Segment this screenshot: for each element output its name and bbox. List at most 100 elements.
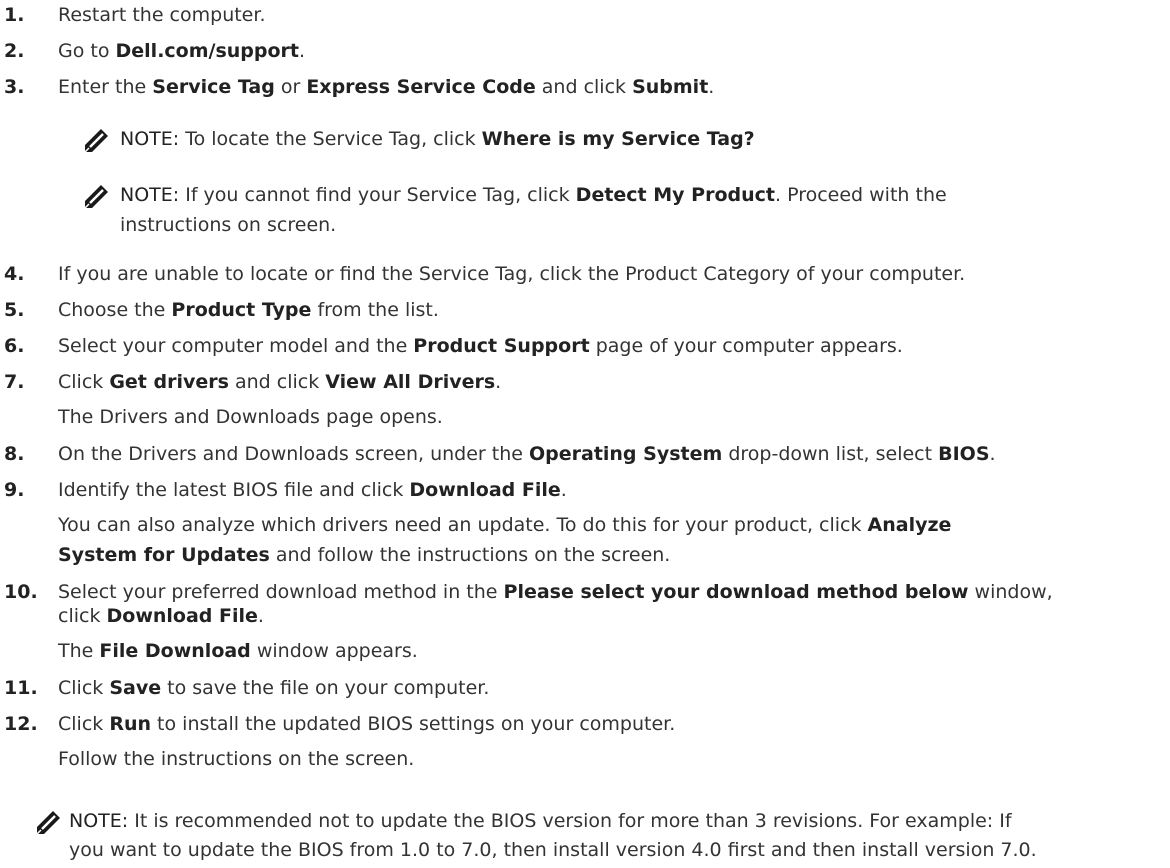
step-text: Click Get drivers and click View All Dri… [58,370,501,394]
step-text: Enter the Service Tag or Express Service… [58,75,714,99]
step-text: Restart the computer. [58,3,265,27]
pencil-note-icon [84,185,108,209]
emphasis-text: Where is my Service Tag? [481,128,755,150]
text-segment: to save the file on your computer. [161,677,490,699]
step-text: Click Run to install the updated BIOS se… [58,712,675,736]
text-segment: Choose the [58,299,172,321]
text-segment: To locate the Service Tag, click [179,128,482,150]
step-text: Identify the latest BIOS file and click … [58,478,567,502]
step-number: 11. [4,677,38,699]
text-segment: It is recommended not to update the BIOS… [128,810,1012,832]
text-segment: instructions on screen. [120,214,337,236]
emphasis-text: Download File [106,605,258,627]
text-segment: or [274,76,307,98]
emphasis-text: System for Updates [58,544,270,566]
emphasis-text: Please select your download method below [503,581,969,603]
text-segment: Select your preferred download method in… [58,581,504,603]
note-text-line-1: NOTE: If you cannot find your Service Ta… [120,181,947,210]
emphasis-text: Operating System [528,443,723,465]
text-segment: Click [58,371,110,393]
text-segment: . [989,443,996,465]
emphasis-text: File Download [99,640,251,662]
text-segment: You can also analyze which drivers need … [58,514,868,536]
step-9-detail-line-1: You can also analyze which drivers need … [58,513,951,537]
step-number: 5. [4,299,25,321]
text-segment: Follow the instructions on the screen. [58,748,415,770]
pencil-note-icon [84,129,108,153]
step-text: Go to Dell.com/support. [58,39,305,63]
text-segment: If you are unable to locate or find the … [58,263,966,285]
text-segment: . Proceed with the [775,184,947,206]
step-number: 4. [4,263,25,285]
text-segment: you want to update the BIOS from 1.0 to … [69,839,1037,861]
step-text: If you are unable to locate or find the … [58,262,965,286]
emphasis-text: BIOS [938,443,990,465]
text-segment: window appears. [250,640,418,662]
text-segment: . [708,76,715,98]
emphasis-text: Product Type [171,299,312,321]
emphasis-text: Save [109,677,162,699]
emphasis-text: Service Tag [152,76,275,98]
emphasis-text: Analyze [867,514,952,536]
text-segment: The Drivers and Downloads page opens. [58,406,443,428]
step-number: 9. [4,479,25,501]
text-segment: If you cannot find your Service Tag, cli… [179,184,576,206]
text-segment: page of your computer appears. [589,335,903,357]
text-segment: . [257,605,264,627]
step-12-result: Follow the instructions on the screen. [58,747,414,771]
emphasis-text: Express Service Code [306,76,536,98]
text-segment: The [58,640,100,662]
text-segment: and click [535,76,633,98]
text-segment: Enter the [58,76,153,98]
note-label: NOTE: [120,128,180,150]
text-segment: Go to [58,40,116,62]
step-text: Click Save to save the file on your comp… [58,676,489,700]
emphasis-text: View All Drivers [325,371,496,393]
text-segment: Restart the computer. [58,4,266,26]
text-segment: to install the updated BIOS settings on … [151,713,676,735]
note-text-line-2: instructions on screen. [120,211,336,240]
emphasis-text: Download File [409,479,561,501]
document-page: 1. Restart the computer. 2. Go to Dell.c… [0,0,1170,868]
text-segment: . [560,479,567,501]
step-number: 3. [4,76,25,98]
note-text-line-2: you want to update the BIOS from 1.0 to … [69,836,1037,865]
text-segment: Click [58,713,110,735]
step-text: Select your computer model and the Produ… [58,334,903,358]
emphasis-text: Get drivers [109,371,229,393]
step-number: 1. [4,4,25,26]
step-number: 2. [4,40,25,62]
text-segment: from the list. [311,299,439,321]
text-segment: click [58,605,107,627]
text-segment: Select your computer model and the [58,335,414,357]
emphasis-text: Detect My Product [575,184,775,206]
text-segment: On the Drivers and Downloads screen, und… [58,443,529,465]
emphasis-text: Run [109,713,152,735]
step-number: 12. [4,713,38,735]
step-number: 10. [4,581,38,603]
text-segment: drop-down list, select [722,443,939,465]
emphasis-text: Dell.com/support [115,40,300,62]
step-7-result: The Drivers and Downloads page opens. [58,405,443,429]
step-9-detail-line-2: System for Updates and follow the instru… [58,543,670,567]
step-number: 6. [4,335,25,357]
note-text: NOTE: To locate the Service Tag, click W… [120,125,755,154]
text-segment: . [299,40,306,62]
pencil-note-icon [36,811,60,835]
note-text-line-1: NOTE: It is recommended not to update th… [69,807,1012,836]
note-label: NOTE: [120,184,180,206]
text-segment: and click [228,371,326,393]
step-text: Select your preferred download method in… [58,580,1053,604]
step-10-continued: click Download File. [58,604,264,628]
step-text: Choose the Product Type from the list. [58,298,439,322]
text-segment: . [495,371,502,393]
step-number: 7. [4,371,25,393]
note-label: NOTE: [69,810,129,832]
text-segment: Identify the latest BIOS file and click [58,479,410,501]
step-number: 8. [4,443,25,465]
step-text: On the Drivers and Downloads screen, und… [58,442,996,466]
text-segment: window, [968,581,1053,603]
emphasis-text: Submit [632,76,709,98]
emphasis-text: Product Support [413,335,590,357]
text-segment: Click [58,677,110,699]
